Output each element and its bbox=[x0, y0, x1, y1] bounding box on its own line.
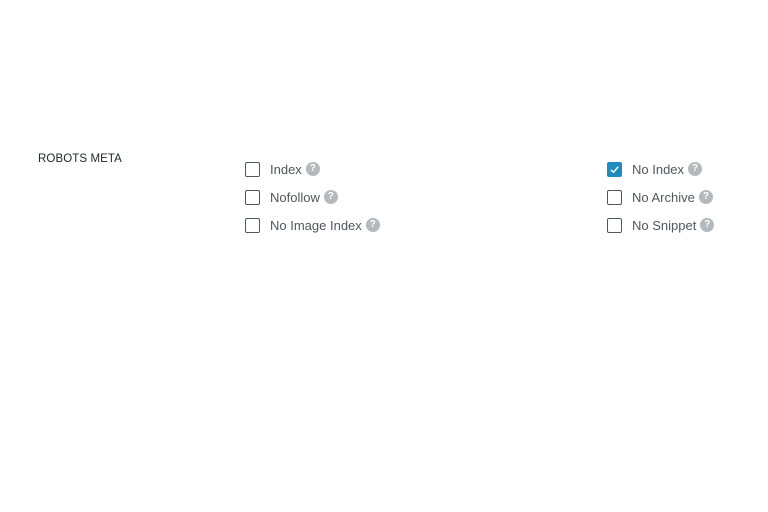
help-icon[interactable]: ? bbox=[365, 218, 380, 232]
help-icon[interactable]: ? bbox=[700, 218, 715, 232]
nofollow-label: Nofollow bbox=[270, 189, 320, 205]
robots-options-right: No Index ? No Archive ? No Snippet ? bbox=[607, 155, 715, 239]
help-icon[interactable]: ? bbox=[688, 162, 703, 176]
no-index-checkbox[interactable] bbox=[607, 161, 622, 177]
index-label: Index bbox=[270, 161, 302, 177]
no-snippet-label: No Snippet bbox=[632, 217, 697, 233]
no-image-index-checkbox[interactable] bbox=[245, 217, 260, 233]
option-no-index[interactable]: No Index ? bbox=[607, 155, 714, 183]
index-checkbox[interactable] bbox=[245, 161, 260, 177]
option-no-image-index[interactable]: No Image Index ? bbox=[245, 211, 380, 239]
option-no-snippet[interactable]: No Snippet ? bbox=[607, 211, 715, 239]
no-image-index-label: No Image Index bbox=[270, 217, 362, 233]
help-icon[interactable]: ? bbox=[698, 190, 713, 204]
robots-options-left: Index ? Nofollow ? No Image Index ? bbox=[245, 155, 380, 239]
help-icon[interactable]: ? bbox=[323, 190, 338, 204]
option-nofollow[interactable]: Nofollow ? bbox=[245, 183, 380, 211]
option-no-archive[interactable]: No Archive ? bbox=[607, 183, 714, 211]
no-snippet-checkbox[interactable] bbox=[607, 217, 622, 233]
robots-meta-label: ROBOTS META bbox=[38, 153, 122, 165]
option-index[interactable]: Index ? bbox=[245, 155, 380, 183]
no-archive-checkbox[interactable] bbox=[607, 189, 622, 205]
no-index-label: No Index bbox=[632, 161, 685, 177]
no-archive-label: No Archive bbox=[632, 189, 695, 205]
nofollow-checkbox[interactable] bbox=[245, 189, 260, 205]
help-icon[interactable]: ? bbox=[305, 162, 320, 176]
